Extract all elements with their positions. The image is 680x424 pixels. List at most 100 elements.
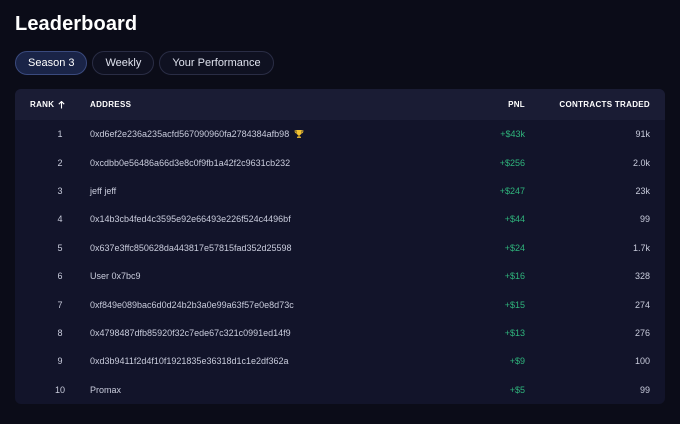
address-cell: 0xf849e089bac6d0d24b2b3a0e99a63f57e0e8d7… [90, 300, 420, 310]
pnl-cell: +$9 [420, 356, 525, 366]
contracts-value: 99 [639, 384, 650, 395]
address-cell: 0x4798487dfb85920f32c7ede67c321c0991ed14… [90, 328, 420, 338]
pnl-header: PNL [508, 100, 525, 109]
pnl-cell: +$5 [420, 385, 525, 395]
rank-cell: 2 [15, 158, 90, 168]
table-row-1[interactable]: 1 0xd6ef2e236a235acfd567090960fa2784384a… [15, 120, 665, 148]
pnl-cell: +$247 [420, 186, 525, 196]
rank-value: 8 [57, 327, 63, 338]
table-row-4[interactable]: 4 0x14b3cb4fed4c3595e92e66493e226f524c44… [15, 205, 665, 233]
address-value[interactable]: 0xd3b9411f2d4f10f1921835e36318d1c1e2df36… [90, 356, 289, 366]
address-value[interactable]: jeff jeff [90, 186, 116, 196]
contracts-header: CONTRACTS TRADED [559, 100, 650, 109]
address-cell: 0xd3b9411f2d4f10f1921835e36318d1c1e2df36… [90, 356, 420, 366]
rank-value: 10 [54, 384, 65, 395]
pnl-value: +$44 [504, 214, 525, 225]
rank-value: 7 [57, 299, 63, 310]
contracts-cell: 99 [525, 214, 665, 224]
table-row-8[interactable]: 8 0x4798487dfb85920f32c7ede67c321c0991ed… [15, 319, 665, 347]
leaderboard-table: RANK ADDRESS PNL CONTRACTS TRADED 1 0xd6… [15, 89, 665, 404]
pnl-cell: +$15 [420, 300, 525, 310]
address-cell: 0xd6ef2e236a235acfd567090960fa2784384afb… [90, 129, 420, 139]
pnl-cell: +$13 [420, 328, 525, 338]
pnl-cell: +$256 [420, 158, 525, 168]
rank-cell: 3 [15, 186, 90, 196]
rank-cell: 1 [15, 129, 90, 139]
pnl-value: +$24 [504, 242, 525, 253]
rank-value: 4 [57, 214, 63, 225]
table-row-9[interactable]: 9 0xd3b9411f2d4f10f1921835e36318d1c1e2df… [15, 347, 665, 375]
rank-value: 9 [57, 356, 63, 367]
contracts-cell: 276 [525, 328, 665, 338]
contracts-value: 2.0k [632, 157, 650, 168]
table-row-7[interactable]: 7 0xf849e089bac6d0d24b2b3a0e99a63f57e0e8… [15, 290, 665, 318]
arrow-up-icon [58, 100, 65, 108]
tab-your-performance[interactable]: Your Performance [159, 51, 274, 75]
tab-weekly[interactable]: Weekly [92, 51, 155, 75]
rank-cell: 4 [15, 214, 90, 224]
pnl-cell: +$24 [420, 243, 525, 253]
address-cell: 0x637e3ffc850628da443817e57815fad352d255… [90, 243, 420, 253]
address-cell: jeff jeff [90, 186, 420, 196]
pnl-value: +$9 [509, 356, 525, 367]
table-row-6[interactable]: 6 User 0x7bc9 +$16 328 [15, 262, 665, 290]
contracts-cell: 99 [525, 385, 665, 395]
trophy-icon [294, 130, 304, 139]
address-value[interactable]: User 0x7bc9 [90, 271, 141, 281]
contracts-value: 91k [635, 129, 650, 140]
contracts-value: 99 [639, 214, 650, 225]
rank-value: 5 [57, 242, 63, 253]
contracts-value: 274 [634, 299, 650, 310]
tab-bar: Season 3 Weekly Your Performance [15, 51, 274, 75]
contracts-cell: 100 [525, 356, 665, 366]
rank-cell: 5 [15, 243, 90, 253]
pnl-value: +$15 [504, 299, 525, 310]
rank-value: 3 [57, 185, 63, 196]
address-value[interactable]: 0x14b3cb4fed4c3595e92e66493e226f524c4496… [90, 214, 291, 224]
address-cell: 0x14b3cb4fed4c3595e92e66493e226f524c4496… [90, 214, 420, 224]
tab-season-3[interactable]: Season 3 [15, 51, 88, 75]
contracts-value: 1.7k [632, 242, 650, 253]
rank-value: 2 [57, 157, 63, 168]
contracts-value: 276 [634, 327, 650, 338]
address-cell: 0xcdbb0e56486a66d3e8c0f9fb1a42f2c9631cb2… [90, 158, 420, 168]
pnl-cell: +$16 [420, 271, 525, 281]
rank-value: 1 [57, 129, 63, 140]
contracts-value: 23k [635, 185, 650, 196]
table-row-2[interactable]: 2 0xcdbb0e56486a66d3e8c0f9fb1a42f2c9631c… [15, 148, 665, 176]
address-cell: User 0x7bc9 [90, 271, 420, 281]
contracts-cell: 91k [525, 129, 665, 139]
pnl-value: +$13 [504, 327, 525, 338]
rank-cell: 7 [15, 300, 90, 310]
contracts-value: 328 [634, 271, 650, 282]
rank-header[interactable]: RANK [15, 100, 90, 109]
rank-cell: 9 [15, 356, 90, 366]
contracts-cell: 2.0k [525, 158, 665, 168]
leaderboard-page: Leaderboard Season 3 Weekly Your Perform… [0, 0, 680, 424]
contracts-cell: 274 [525, 300, 665, 310]
rank-cell: 10 [15, 385, 90, 395]
address-value[interactable]: 0xcdbb0e56486a66d3e8c0f9fb1a42f2c9631cb2… [90, 158, 290, 168]
pnl-value: +$5 [509, 384, 525, 395]
address-value[interactable]: Promax [90, 385, 121, 395]
pnl-value: +$16 [504, 271, 525, 282]
address-cell: Promax [90, 385, 420, 395]
table-body: 1 0xd6ef2e236a235acfd567090960fa2784384a… [15, 120, 665, 404]
address-value[interactable]: 0x4798487dfb85920f32c7ede67c321c0991ed14… [90, 328, 291, 338]
rank-header-label: RANK [30, 100, 55, 109]
contracts-cell: 328 [525, 271, 665, 281]
table-row-10[interactable]: 10 Promax +$5 99 [15, 376, 665, 404]
contracts-cell: 1.7k [525, 243, 665, 253]
address-value[interactable]: 0xd6ef2e236a235acfd567090960fa2784384afb… [90, 129, 289, 139]
rank-value: 6 [57, 271, 63, 282]
address-value[interactable]: 0xf849e089bac6d0d24b2b3a0e99a63f57e0e8d7… [90, 300, 294, 310]
table-header: RANK ADDRESS PNL CONTRACTS TRADED [15, 89, 665, 120]
contracts-value: 100 [634, 356, 650, 367]
address-header: ADDRESS [90, 100, 132, 109]
table-row-5[interactable]: 5 0x637e3ffc850628da443817e57815fad352d2… [15, 234, 665, 262]
pnl-value: +$43k [500, 129, 525, 140]
contracts-cell: 23k [525, 186, 665, 196]
address-value[interactable]: 0x637e3ffc850628da443817e57815fad352d255… [90, 243, 292, 253]
table-row-3[interactable]: 3 jeff jeff +$247 23k [15, 177, 665, 205]
pnl-cell: +$44 [420, 214, 525, 224]
